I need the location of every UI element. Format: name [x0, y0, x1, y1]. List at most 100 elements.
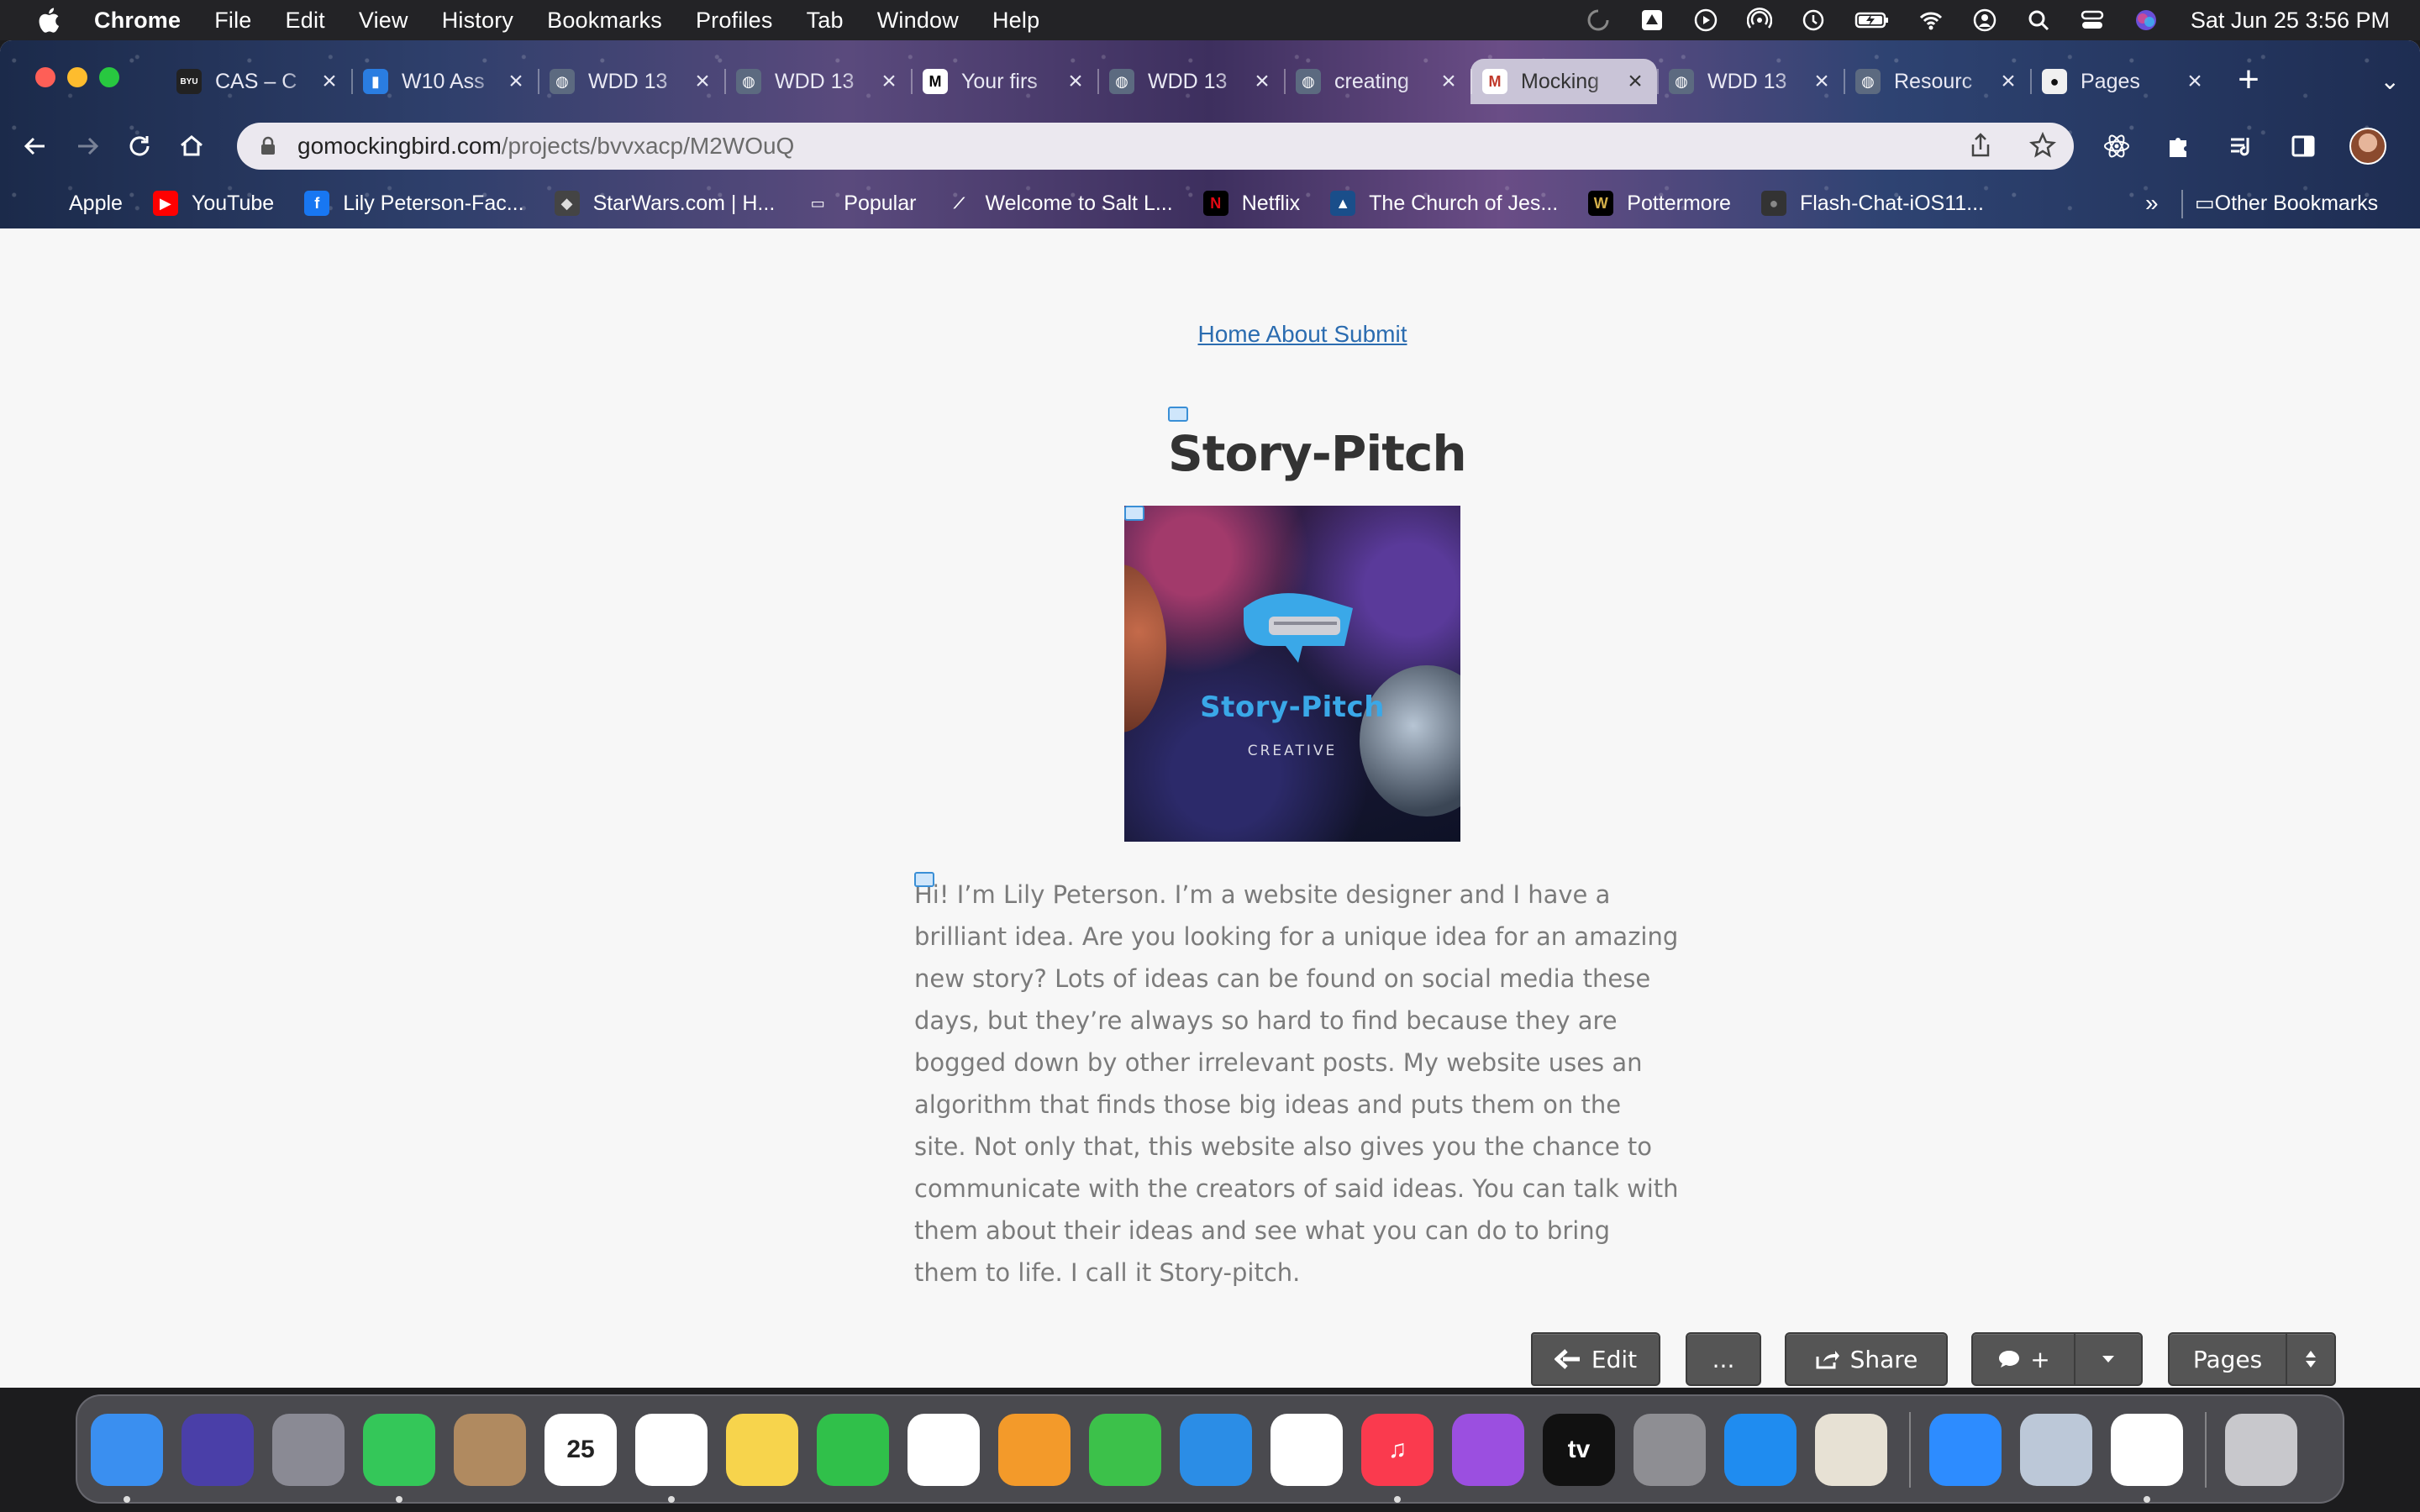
- caret-down-icon[interactable]: [2304, 1359, 2317, 1369]
- address-bar[interactable]: gomockingbird.com/projects/bvvxacp/M2WOu…: [237, 123, 2074, 170]
- music-icon[interactable]: ♫: [1361, 1414, 1434, 1503]
- menu-profiles[interactable]: Profiles: [696, 8, 773, 34]
- close-tab-icon[interactable]: ×: [1998, 69, 2018, 94]
- browser-tab[interactable]: ▮ W10 Ass ×: [351, 59, 538, 104]
- wifi-icon[interactable]: [1918, 8, 1944, 33]
- system-preferences-icon[interactable]: [1634, 1414, 1706, 1486]
- close-tab-icon[interactable]: ×: [1065, 69, 1086, 94]
- finder-icon[interactable]: [91, 1414, 163, 1503]
- bookmark-star-icon[interactable]: [2028, 131, 2057, 160]
- bookmark-item[interactable]: N Netflix: [1202, 191, 1300, 216]
- pages-button[interactable]: Pages: [2168, 1332, 2287, 1386]
- close-tab-icon[interactable]: ×: [1252, 69, 1272, 94]
- site-nav-links[interactable]: Home About Submit: [1197, 321, 1407, 347]
- caret-up-icon[interactable]: [2304, 1349, 2317, 1359]
- browser-tab[interactable]: ◍ Resourc ×: [1844, 59, 2030, 104]
- drive-icon[interactable]: [1639, 8, 1665, 33]
- close-tab-icon[interactable]: ×: [1625, 69, 1645, 94]
- image-placeholder-icon[interactable]: [914, 872, 934, 887]
- add-comment-button[interactable]: +: [1971, 1332, 2075, 1386]
- menu-tab[interactable]: Tab: [807, 8, 844, 34]
- media-control-icon[interactable]: [2225, 130, 2257, 162]
- photos-icon[interactable]: [908, 1414, 980, 1486]
- messages-icon[interactable]: [363, 1414, 435, 1503]
- lock-icon[interactable]: [257, 135, 279, 157]
- battery-icon[interactable]: [1854, 8, 1890, 33]
- bookmark-item[interactable]: f Lily Peterson-Fac...: [304, 191, 524, 216]
- more-button[interactable]: ...: [1686, 1332, 1761, 1386]
- vscode-icon[interactable]: [2111, 1414, 2183, 1503]
- bookmarks-overflow-chevron-icon[interactable]: »: [2145, 190, 2159, 217]
- new-tab-plus-icon[interactable]: +: [2225, 56, 2272, 103]
- hero-image[interactable]: Story-Pitch CREATIVE: [1124, 506, 1460, 842]
- browser-tab[interactable]: ● Pages ×: [2030, 59, 2217, 104]
- python-idle-icon[interactable]: [1815, 1414, 1887, 1486]
- calendar-icon[interactable]: 25: [544, 1414, 617, 1486]
- browser-tab[interactable]: ◍ WDD 13 ×: [1657, 59, 1844, 104]
- launchpad-icon[interactable]: [272, 1414, 345, 1486]
- pages-stepper[interactable]: [2286, 1332, 2336, 1386]
- contacts-icon[interactable]: [454, 1414, 526, 1486]
- apple-menu-icon[interactable]: [35, 6, 60, 34]
- close-tab-icon[interactable]: ×: [319, 69, 339, 94]
- menu-view[interactable]: View: [359, 8, 408, 34]
- react-devtools-icon[interactable]: [2101, 130, 2133, 162]
- pages-icon[interactable]: [998, 1414, 1071, 1486]
- play-icon[interactable]: [1693, 8, 1718, 33]
- chrome-icon[interactable]: [635, 1414, 708, 1503]
- bookmark-item[interactable]: ▶ YouTube: [152, 191, 274, 216]
- browser-tab[interactable]: BYU CAS – C ×: [165, 59, 351, 104]
- reload-button[interactable]: [123, 129, 156, 163]
- browser-tab[interactable]: M Your firs ×: [911, 59, 1097, 104]
- browser-tab[interactable]: ◍ WDD 13 ×: [538, 59, 724, 104]
- bookmark-item[interactable]: Apple: [30, 191, 123, 216]
- forward-button[interactable]: [71, 129, 104, 163]
- apple-tv-icon[interactable]: tv: [1543, 1414, 1615, 1486]
- menu-help[interactable]: Help: [992, 8, 1039, 34]
- menu-edit[interactable]: Edit: [286, 8, 325, 34]
- profile-avatar[interactable]: [2349, 128, 2386, 165]
- zoom-icon[interactable]: [1929, 1414, 2002, 1486]
- numbers-icon[interactable]: [1089, 1414, 1161, 1486]
- facetime-icon[interactable]: [817, 1414, 889, 1486]
- window-close-button[interactable]: [35, 67, 55, 87]
- bookmark-item[interactable]: ◆ StarWars.com | H...: [554, 191, 775, 216]
- close-tab-icon[interactable]: ×: [1439, 69, 1459, 94]
- control-center-icon[interactable]: [2080, 8, 2105, 33]
- tab-search-chevron-icon[interactable]: ⌄: [2381, 67, 2400, 95]
- bookmark-item[interactable]: W Pottermore: [1588, 191, 1731, 216]
- time-machine-icon[interactable]: [1801, 8, 1826, 33]
- app-store-icon[interactable]: [1724, 1414, 1797, 1486]
- menubar-clock[interactable]: Sat Jun 25 3:56 PM: [2191, 8, 2390, 34]
- podcasts-icon[interactable]: [1452, 1414, 1524, 1486]
- siri-icon[interactable]: [182, 1414, 254, 1486]
- image-placeholder-icon[interactable]: [1168, 407, 1188, 422]
- news-icon[interactable]: [1270, 1414, 1343, 1486]
- trash-icon[interactable]: [2225, 1414, 2297, 1486]
- menu-file[interactable]: File: [214, 8, 251, 34]
- side-panel-icon[interactable]: [2287, 130, 2319, 162]
- share-icon[interactable]: [1966, 131, 1995, 160]
- close-tab-icon[interactable]: ×: [2185, 69, 2205, 94]
- browser-tab[interactable]: ◍ WDD 13 ×: [1097, 59, 1284, 104]
- browser-tab[interactable]: ◍ WDD 13 ×: [724, 59, 911, 104]
- browser-tab[interactable]: M Mocking ×: [1470, 59, 1657, 104]
- window-minimize-button[interactable]: [67, 67, 87, 87]
- edit-button[interactable]: Edit: [1531, 1332, 1660, 1386]
- other-bookmarks-button[interactable]: ▭ Other Bookmarks: [2195, 191, 2378, 216]
- spotlight-search-icon[interactable]: [2026, 8, 2051, 33]
- activity-icon[interactable]: [1586, 8, 1611, 33]
- share-button[interactable]: Share: [1785, 1332, 1948, 1386]
- close-tab-icon[interactable]: ×: [692, 69, 713, 94]
- close-tab-icon[interactable]: ×: [1812, 69, 1832, 94]
- back-button[interactable]: [18, 129, 52, 163]
- airdrop-icon[interactable]: [1746, 8, 1772, 33]
- close-tab-icon[interactable]: ×: [506, 69, 526, 94]
- image-placeholder-icon[interactable]: [1124, 506, 1144, 521]
- siri-icon[interactable]: [2133, 8, 2159, 33]
- user-account-icon[interactable]: [1972, 8, 1997, 33]
- menu-window[interactable]: Window: [877, 8, 959, 34]
- comment-dropdown-button[interactable]: [2074, 1332, 2143, 1386]
- menu-app-name[interactable]: Chrome: [94, 8, 181, 34]
- window-zoom-button[interactable]: [99, 67, 119, 87]
